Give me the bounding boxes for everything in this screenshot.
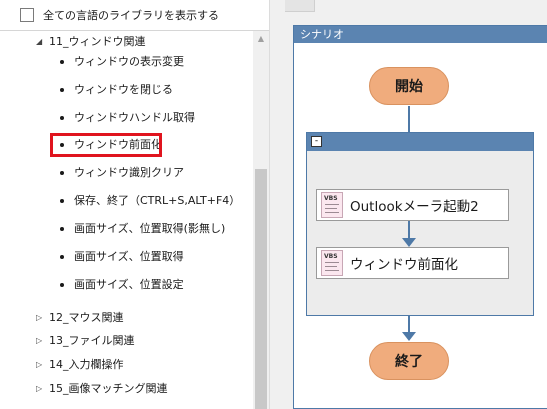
tree-group-12[interactable]: ▷ 12_マウス関連 (0, 308, 253, 328)
expanded-arrow-icon[interactable]: ◢ (36, 32, 42, 52)
action-group[interactable]: - VBS Outlookメーラ起動2 VBS ウィンドウ前面化 (306, 132, 534, 316)
vbs-icon-text: VBS (324, 195, 338, 202)
app-window: 全ての言語のライブラリを表示する ◢ 11_ウィンドウ関連 ウィンドウの表示変更… (0, 0, 547, 409)
collapsed-arrow-icon[interactable]: ▷ (36, 331, 42, 351)
end-label: 終了 (395, 354, 423, 370)
tree-item[interactable]: ウィンドウハンドル取得 (0, 108, 253, 128)
library-panel: 全ての言語のライブラリを表示する ◢ 11_ウィンドウ関連 ウィンドウの表示変更… (0, 0, 269, 409)
tree-item-label: ウィンドウを閉じる (74, 83, 173, 96)
show-all-row: 全ての言語のライブラリを表示する (0, 0, 269, 31)
tree-item[interactable]: 画面サイズ、位置取得(影無し) (0, 219, 253, 239)
tree-group-11[interactable]: ◢ 11_ウィンドウ関連 (0, 32, 253, 52)
tree-item-label: ウィンドウハンドル取得 (74, 111, 195, 124)
bullet-icon (60, 60, 64, 64)
tree-item[interactable]: 画面サイズ、位置取得 (0, 247, 253, 267)
collapsed-arrow-icon[interactable]: ▷ (36, 308, 42, 328)
tree-item-label: ウィンドウ識別クリア (74, 166, 184, 179)
top-tab[interactable] (285, 0, 315, 12)
tree-group-label: 14_入力欄操作 (49, 358, 124, 371)
scenario-title: シナリオ (294, 26, 547, 43)
start-label: 開始 (395, 79, 423, 95)
action-node-outlook[interactable]: VBS Outlookメーラ起動2 (316, 189, 509, 221)
tree-item-label: ウィンドウの表示変更 (74, 55, 184, 68)
tree-group-15[interactable]: ▷ 15_画像マッチング関連 (0, 379, 253, 399)
tree-item-label: 保存、終了（CTRL+S,ALT+F4） (74, 194, 241, 207)
down-arrow-icon (402, 238, 416, 247)
bullet-icon (60, 255, 64, 259)
tree-item[interactable]: ウィンドウの表示変更 (0, 52, 253, 72)
action-label: Outlookメーラ起動2 (350, 199, 479, 215)
vbs-icon-text: VBS (324, 253, 338, 260)
tree-item-label: 画面サイズ、位置取得 (74, 250, 184, 263)
tree-item-label: 画面サイズ、位置設定 (74, 278, 184, 291)
scenario-canvas: シナリオ 開始 - VBS Outlookメーラ起動2 VBS ウィンドウ前面化… (293, 25, 547, 409)
vbs-script-icon: VBS (321, 192, 343, 218)
collapsed-arrow-icon[interactable]: ▷ (36, 379, 42, 399)
bullet-icon (60, 171, 64, 175)
show-all-label: 全ての言語のライブラリを表示する (43, 9, 219, 22)
tree-group-13[interactable]: ▷ 13_ファイル関連 (0, 331, 253, 351)
end-node[interactable]: 終了 (369, 342, 449, 380)
vbs-script-icon: VBS (321, 250, 343, 276)
bullet-icon (60, 88, 64, 92)
bullet-icon (60, 116, 64, 120)
tree-item[interactable]: ウィンドウ識別クリア (0, 163, 253, 183)
library-tree: ◢ 11_ウィンドウ関連 ウィンドウの表示変更 ウィンドウを閉じる ウィンドウハ… (0, 31, 253, 409)
tree-item[interactable]: ウィンドウを閉じる (0, 80, 253, 100)
scenario-panel: シナリオ 開始 - VBS Outlookメーラ起動2 VBS ウィンドウ前面化… (285, 0, 547, 409)
tree-group-label: 11_ウィンドウ関連 (49, 35, 146, 48)
collapse-button[interactable]: - (311, 136, 322, 147)
start-node[interactable]: 開始 (369, 67, 449, 105)
scroll-up-icon[interactable]: ▲ (253, 31, 269, 47)
action-node-window-front[interactable]: VBS ウィンドウ前面化 (316, 247, 509, 279)
group-header: - (307, 133, 533, 151)
tree-item[interactable]: 画面サイズ、位置設定 (0, 275, 253, 295)
tree-group-14[interactable]: ▷ 14_入力欄操作 (0, 355, 253, 375)
connector-line (408, 106, 410, 132)
scroll-thumb[interactable] (255, 169, 267, 409)
highlight-box (50, 133, 162, 157)
show-all-checkbox[interactable] (20, 8, 34, 22)
panel-splitter[interactable] (269, 0, 285, 409)
tree-group-label: 13_ファイル関連 (49, 334, 135, 347)
bullet-icon (60, 283, 64, 287)
action-label: ウィンドウ前面化 (350, 257, 458, 273)
bullet-icon (60, 227, 64, 231)
tree-scrollbar[interactable]: ▲ (253, 31, 269, 409)
connector-line (408, 221, 410, 239)
tree-item-label: 画面サイズ、位置取得(影無し) (74, 222, 226, 235)
collapsed-arrow-icon[interactable]: ▷ (36, 355, 42, 375)
tree-group-label: 15_画像マッチング関連 (49, 382, 168, 395)
bullet-icon (60, 199, 64, 203)
tree-item[interactable]: 保存、終了（CTRL+S,ALT+F4） (0, 191, 253, 211)
down-arrow-icon (402, 332, 416, 341)
tree-group-label: 12_マウス関連 (49, 311, 124, 324)
